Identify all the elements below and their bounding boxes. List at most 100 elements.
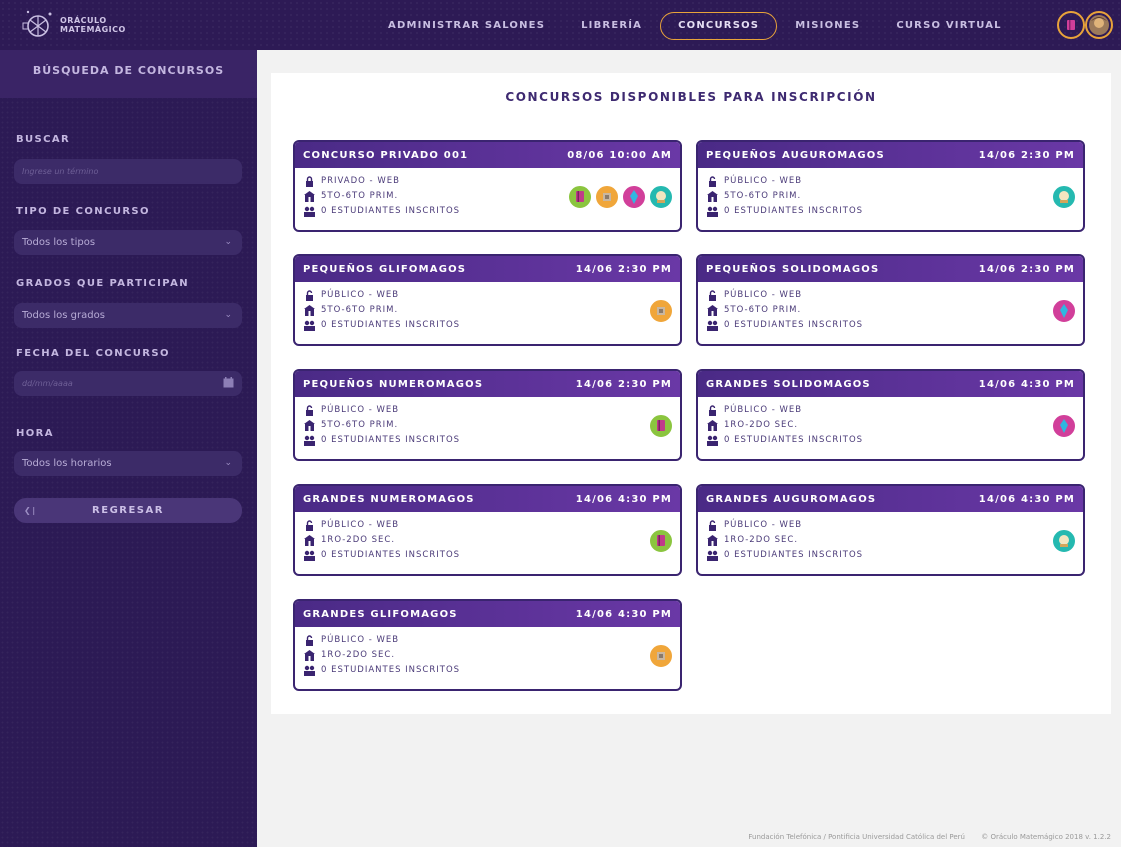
contest-name: PEQUEÑOS NUMEROMAGOS [303, 378, 484, 390]
contest-name: GRANDES NUMEROMAGOS [303, 493, 475, 505]
orb-badge-icon [1053, 186, 1075, 208]
contest-name: GRANDES SOLIDOMAGOS [706, 378, 871, 390]
contest-access: PÚBLICO - WEB [321, 520, 400, 530]
contest-card[interactable]: CONCURSO PRIVADO 001 08/06 10:00 AM PRIVAD… [293, 140, 682, 232]
contest-card-header: PEQUEÑOS GLIFOMAGOS 14/06 2:30 PM [295, 256, 680, 282]
time-select[interactable]: Todos los horarios ⌄ [14, 451, 242, 476]
grades-select-value: Todos los grados [22, 310, 105, 321]
contest-card[interactable]: GRANDES NUMEROMAGOS 14/06 4:30 PM PÚBLICO … [293, 484, 682, 576]
nav-administrar-salones[interactable]: ADMINISTRAR SALONES [370, 12, 563, 40]
time-label: HORA [16, 428, 54, 439]
school-icon [303, 649, 316, 661]
type-select[interactable]: Todos los tipos ⌄ [14, 230, 242, 255]
unlock-icon [303, 404, 316, 416]
contest-datetime: 14/06 4:30 PM [978, 493, 1075, 505]
contest-students: 0 ESTUDIANTES INSCRITOS [724, 320, 864, 330]
type-select-value: Todos los tipos [22, 237, 96, 248]
contest-students: 0 ESTUDIANTES INSCRITOS [724, 206, 864, 216]
crystal-badge-icon [623, 186, 645, 208]
book-icon [1067, 20, 1075, 30]
cube-badge-icon [650, 645, 672, 667]
contest-name: CONCURSO PRIVADO 001 [303, 149, 469, 161]
chevron-down-icon: ⌄ [224, 310, 232, 320]
students-icon [706, 550, 719, 561]
unlock-icon [706, 175, 719, 187]
contest-card-header: GRANDES GLIFOMAGOS 14/06 4:30 PM [295, 601, 680, 627]
contest-grades: 5TO-6TO PRIM. [321, 191, 399, 201]
contest-students: 0 ESTUDIANTES INSCRITOS [321, 550, 461, 560]
footer-org: Fundación Telefónica / Pontificia Univer… [748, 833, 965, 841]
contest-access: PÚBLICO - WEB [321, 290, 400, 300]
nav-concursos[interactable]: CONCURSOS [660, 12, 778, 40]
back-button[interactable]: ❮| REGRESAR [14, 498, 242, 523]
grades-select[interactable]: Todos los grados ⌄ [14, 303, 242, 328]
avatar-icon [1089, 15, 1109, 35]
contest-card[interactable]: GRANDES AUGUROMAGOS 14/06 4:30 PM PÚBLICO … [696, 484, 1085, 576]
contest-name: GRANDES GLIFOMAGOS [303, 608, 458, 620]
contest-name: PEQUEÑOS AUGUROMAGOS [706, 149, 885, 161]
user-avatar-button[interactable] [1085, 11, 1113, 39]
type-label: TIPO DE CONCURSO [16, 206, 150, 217]
contest-grades: 1RO-2DO SEC. [724, 420, 799, 430]
contest-badges [1048, 300, 1075, 322]
orb-badge-icon [650, 186, 672, 208]
logo-line1: ORÁCULO [60, 16, 107, 25]
contest-grades: 1RO-2DO SEC. [321, 535, 396, 545]
footer: Fundación Telefónica / Pontificia Univer… [734, 833, 1111, 841]
contest-card[interactable]: PEQUEÑOS GLIFOMAGOS 14/06 2:30 PM PÚBLICO … [293, 254, 682, 346]
contest-students: 0 ESTUDIANTES INSCRITOS [321, 320, 461, 330]
contest-students: 0 ESTUDIANTES INSCRITOS [724, 550, 864, 560]
students-icon [706, 206, 719, 217]
school-icon [303, 190, 316, 202]
contest-students: 0 ESTUDIANTES INSCRITOS [321, 206, 461, 216]
sidebar-title: BÚSQUEDA DE CONCURSOS [0, 50, 257, 98]
app-logo[interactable]: ORÁCULO MATEMÁGICO [22, 9, 126, 41]
contest-badges [564, 186, 672, 208]
calendar-icon[interactable] [223, 377, 234, 388]
book-badge-icon [650, 530, 672, 552]
date-input[interactable]: dd/mm/aaaa [14, 371, 242, 396]
contest-card-header: GRANDES NUMEROMAGOS 14/06 4:30 PM [295, 486, 680, 512]
contest-card[interactable]: GRANDES GLIFOMAGOS 14/06 4:30 PM PÚBLICO -… [293, 599, 682, 691]
contest-access: PRIVADO - WEB [321, 176, 400, 186]
school-icon [706, 304, 719, 316]
contest-access: PÚBLICO - WEB [724, 290, 803, 300]
contest-card[interactable]: PEQUEÑOS NUMEROMAGOS 14/06 2:30 PM PÚBLICO… [293, 369, 682, 461]
students-icon [303, 320, 316, 331]
contest-card[interactable]: GRANDES SOLIDOMAGOS 14/06 4:30 PM PÚBLICO … [696, 369, 1085, 461]
contest-students: 0 ESTUDIANTES INSCRITOS [321, 665, 461, 675]
contest-badges [1048, 530, 1075, 552]
search-placeholder: Ingrese un término [22, 167, 99, 176]
top-bar: ORÁCULO MATEMÁGICO ADMINISTRAR SALONES L… [0, 0, 1121, 50]
unlock-icon [303, 634, 316, 646]
contest-badges [645, 645, 672, 667]
nav-libreria[interactable]: LIBRERÍA [563, 12, 660, 40]
nav-misiones[interactable]: MISIONES [777, 12, 878, 40]
unlock-icon [303, 289, 316, 301]
search-input[interactable]: Ingrese un término [14, 159, 242, 184]
unlock-icon [706, 289, 719, 301]
contest-access: PÚBLICO - WEB [321, 635, 400, 645]
book-menu-button[interactable] [1057, 11, 1085, 39]
school-icon [303, 534, 316, 546]
school-icon [706, 534, 719, 546]
contest-grades: 1RO-2DO SEC. [321, 650, 396, 660]
students-icon [706, 320, 719, 331]
nav-curso-virtual[interactable]: CURSO VIRTUAL [878, 12, 1019, 40]
chevron-left-icon: ❮| [24, 506, 37, 515]
contest-card[interactable]: PEQUEÑOS SOLIDOMAGOS 14/06 2:30 PM PÚBLICO… [696, 254, 1085, 346]
contest-badges [1048, 186, 1075, 208]
students-icon [303, 435, 316, 446]
contest-card-header: GRANDES AUGUROMAGOS 14/06 4:30 PM [698, 486, 1083, 512]
chevron-down-icon: ⌄ [224, 237, 232, 247]
back-button-label: REGRESAR [92, 505, 164, 516]
contest-card[interactable]: PEQUEÑOS AUGUROMAGOS 14/06 2:30 PM PÚBLICO… [696, 140, 1085, 232]
contest-badges [645, 300, 672, 322]
contest-card-header: CONCURSO PRIVADO 001 08/06 10:00 AM [295, 142, 680, 168]
orb-badge-icon [1053, 530, 1075, 552]
contest-badges [645, 415, 672, 437]
logo-line2: MATEMÁGICO [60, 25, 126, 34]
crystal-badge-icon [1053, 415, 1075, 437]
students-icon [303, 665, 316, 676]
footer-copyright: © Oráculo Matemágico 2018 v. 1.2.2 [981, 833, 1111, 841]
